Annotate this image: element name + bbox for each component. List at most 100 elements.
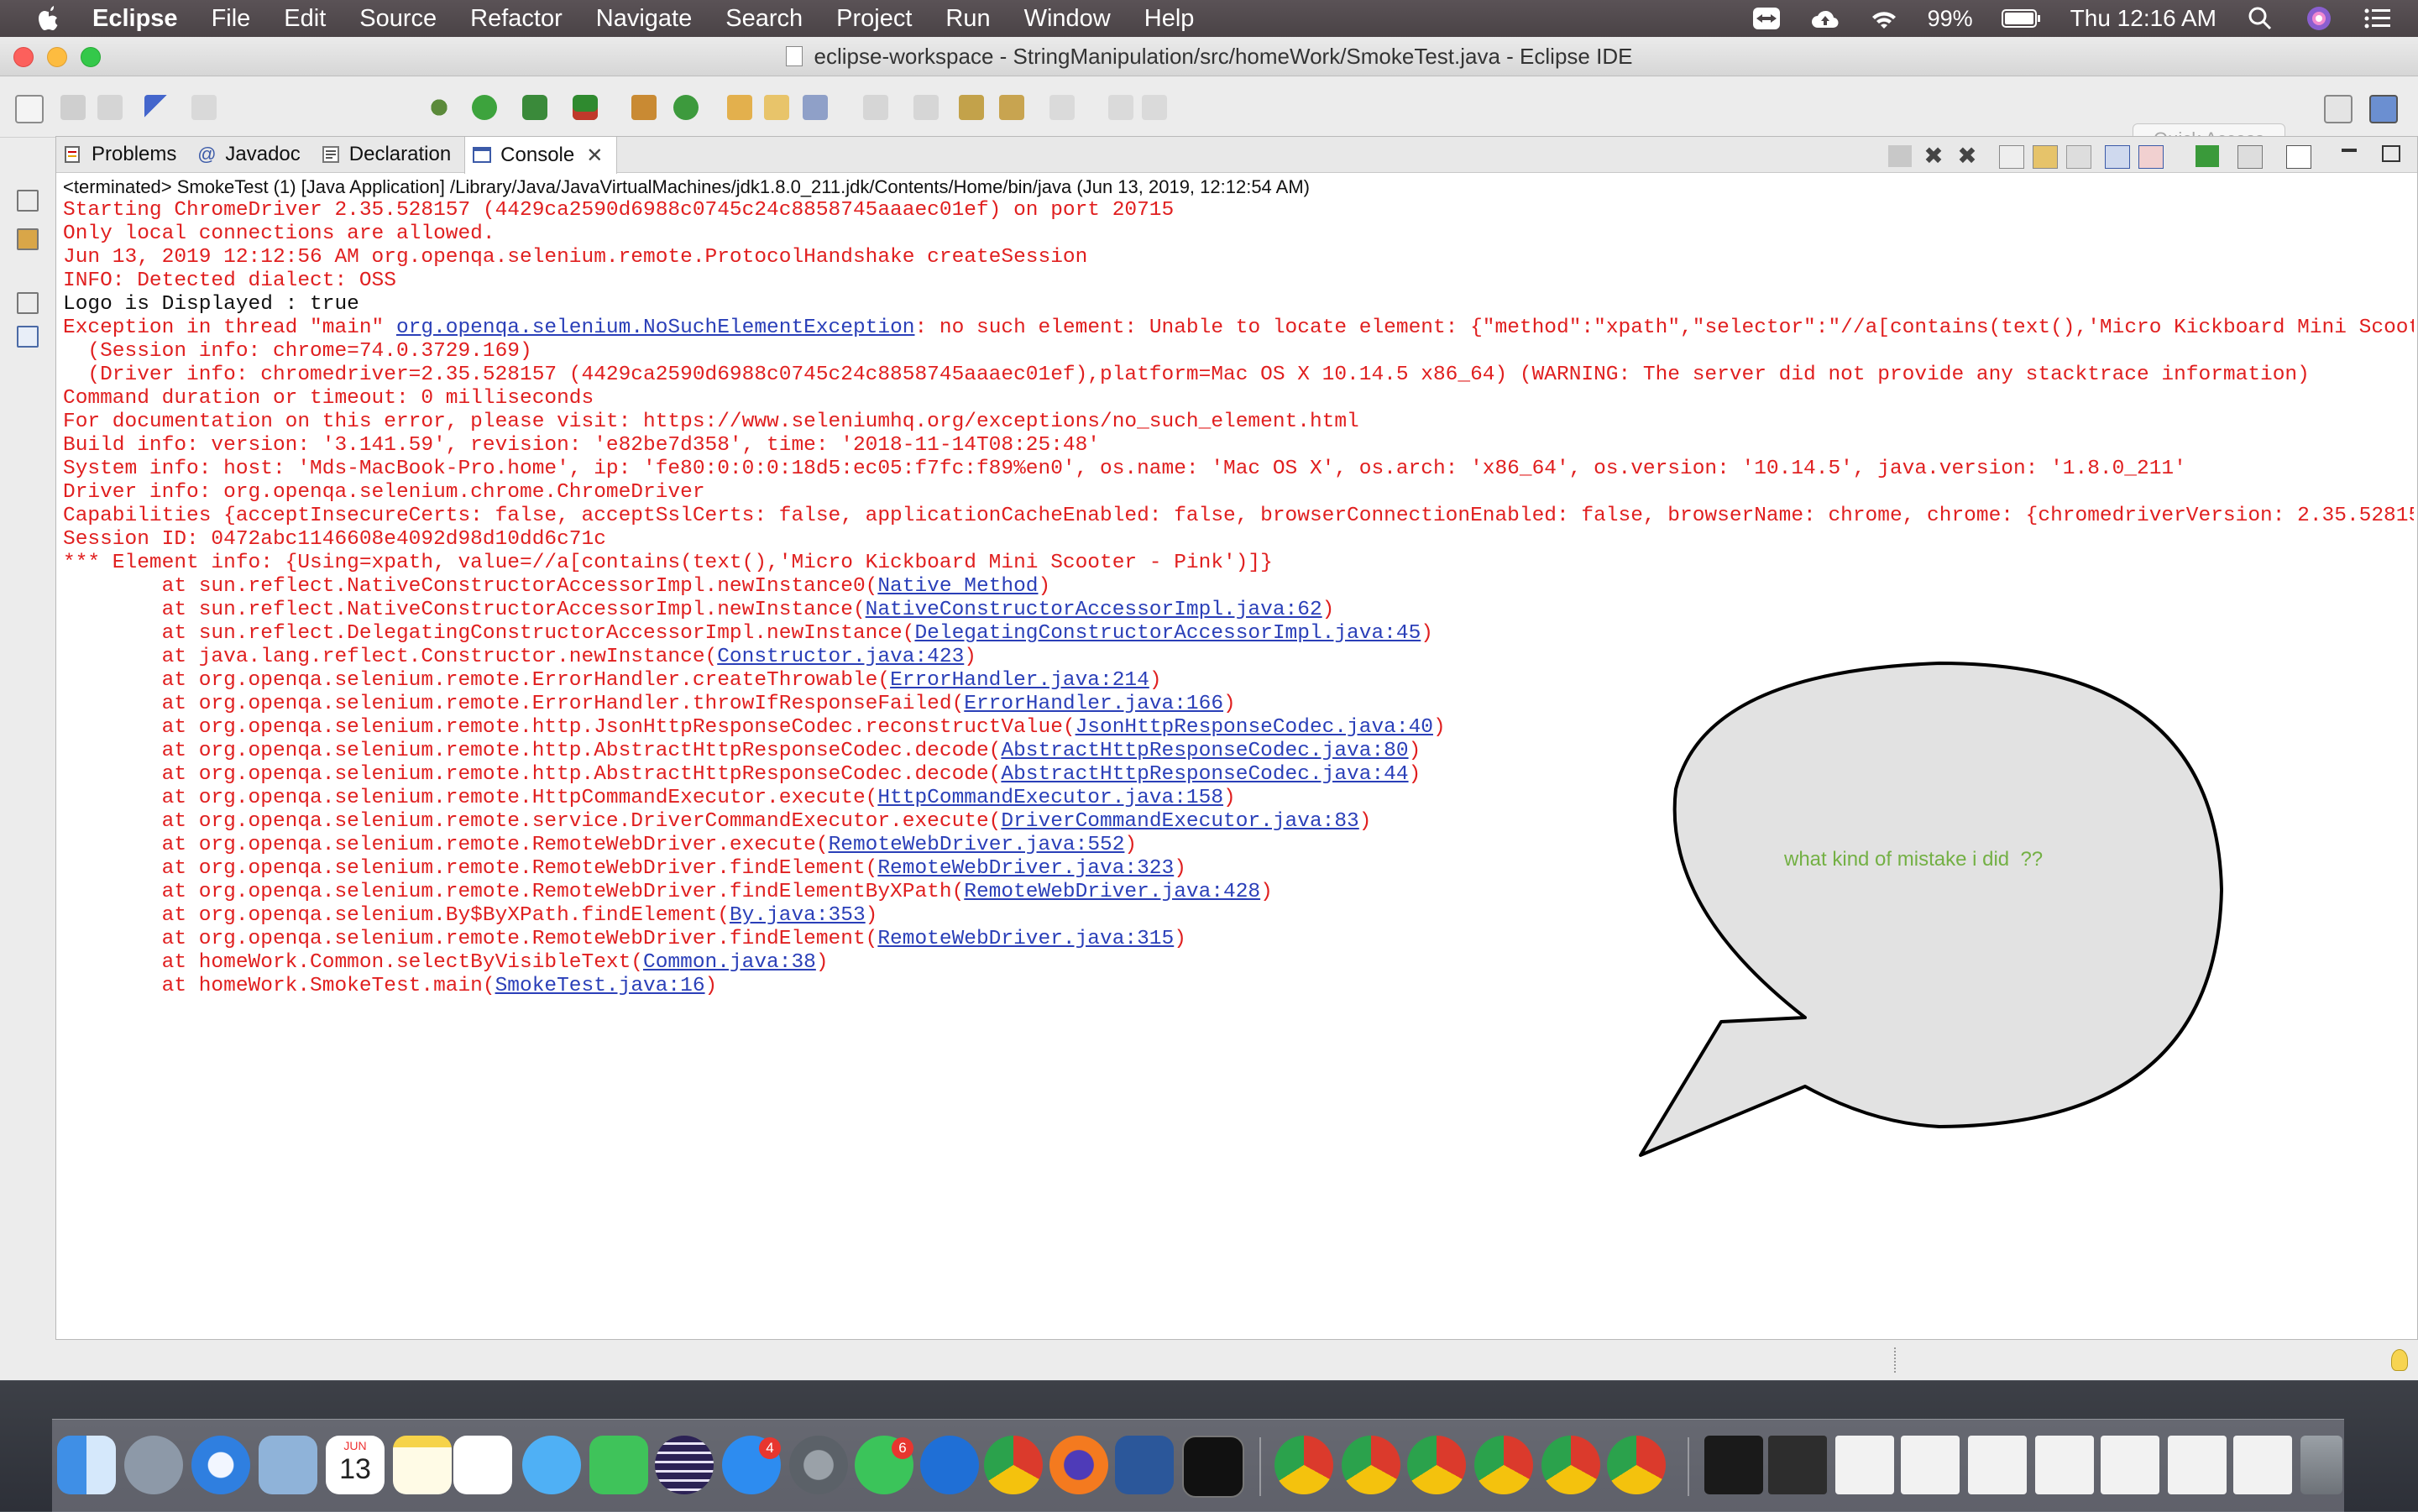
redo-icon[interactable] — [1142, 95, 1167, 120]
menu-source[interactable]: Source — [359, 5, 437, 33]
messages-icon[interactable] — [522, 1436, 581, 1494]
launchpad-icon[interactable] — [124, 1436, 183, 1494]
new-java-package-icon[interactable] — [631, 95, 657, 120]
stack-trace-link[interactable]: org.openqa.selenium.NoSuchElementExcepti… — [396, 317, 915, 339]
system-preferences-icon[interactable] — [789, 1436, 848, 1494]
skip-breakpoints-icon[interactable] — [144, 95, 170, 120]
tab-problems[interactable]: Problems — [56, 137, 190, 172]
minimized-window-2[interactable] — [1835, 1436, 1894, 1494]
toggle-mark-icon[interactable] — [191, 95, 217, 120]
wifi-icon[interactable] — [1869, 6, 1899, 31]
clear-console-icon[interactable] — [1999, 145, 2024, 169]
external-tools-icon[interactable] — [573, 95, 598, 120]
mail-stamp-icon[interactable] — [259, 1436, 317, 1494]
chrome-app-icon-4[interactable] — [1474, 1436, 1533, 1494]
restore-icon[interactable] — [17, 190, 39, 212]
open-perspective-icon[interactable] — [2324, 95, 2353, 123]
safari-icon[interactable] — [191, 1436, 250, 1494]
menu-window[interactable]: Window — [1024, 5, 1111, 33]
show-console-on-stderr-icon[interactable] — [2138, 145, 2164, 169]
menu-navigate[interactable]: Navigate — [596, 5, 692, 33]
word-icon[interactable] — [1115, 1436, 1174, 1494]
minimized-window-8[interactable] — [2233, 1436, 2292, 1494]
open-console-icon[interactable] — [2286, 145, 2311, 169]
close-tab-icon[interactable]: ✕ — [586, 144, 603, 168]
back-icon[interactable] — [999, 95, 1024, 120]
package-explorer-icon[interactable] — [17, 228, 39, 250]
lightbulb-icon[interactable] — [2391, 1349, 2408, 1371]
tab-javadoc[interactable]: @ Javadoc — [190, 137, 313, 172]
stack-trace-link[interactable]: RemoteWebDriver.java:552 — [829, 834, 1125, 856]
stack-trace-link[interactable]: HttpCommandExecutor.java:158 — [877, 787, 1223, 809]
minimized-window-6[interactable] — [2101, 1436, 2159, 1494]
new-java-class-icon[interactable] — [673, 95, 699, 120]
stack-trace-link[interactable]: NativeConstructorAccessorImpl.java:62 — [866, 599, 1322, 621]
chrome-app-icon-1[interactable] — [1274, 1436, 1333, 1494]
run-icon[interactable] — [472, 95, 497, 120]
trash-icon[interactable] — [2300, 1436, 2342, 1494]
new-icon[interactable] — [15, 95, 44, 123]
siri-icon[interactable] — [2304, 6, 2334, 31]
stack-trace-link[interactable]: By.java:353 — [730, 904, 866, 927]
cloud-upload-icon[interactable] — [1810, 6, 1840, 31]
battery-icon[interactable] — [2001, 6, 2042, 31]
tab-declaration[interactable]: Declaration — [314, 137, 464, 172]
minimized-window-7[interactable] — [2168, 1436, 2227, 1494]
minimized-window-4[interactable] — [1968, 1436, 2027, 1494]
notes-icon[interactable] — [393, 1436, 452, 1494]
terminal-icon[interactable] — [1182, 1436, 1244, 1498]
pin-console-icon[interactable] — [2196, 145, 2219, 167]
minimized-window-3[interactable] — [1901, 1436, 1960, 1494]
apple-icon[interactable] — [34, 3, 64, 34]
stack-trace-link[interactable]: DriverCommandExecutor.java:83 — [1001, 810, 1358, 833]
teamviewer-dock-icon[interactable] — [920, 1436, 979, 1494]
stack-trace-link[interactable]: Constructor.java:423 — [717, 646, 964, 668]
facetime-icon[interactable] — [589, 1436, 648, 1494]
stack-trace-link[interactable]: RemoteWebDriver.java:315 — [877, 928, 1174, 950]
java-perspective-icon[interactable] — [2369, 95, 2398, 123]
chrome-app-icon-5[interactable] — [1541, 1436, 1600, 1494]
next-annotation-icon[interactable] — [863, 95, 888, 120]
stack-trace-link[interactable]: JsonHttpResponseCodec.java:40 — [1076, 716, 1433, 739]
menu-run[interactable]: Run — [945, 5, 990, 33]
spotlight-search-icon[interactable] — [2245, 6, 2275, 31]
clock[interactable]: Thu 12:16 AM — [2070, 5, 2216, 32]
maximize-view-icon[interactable] — [2382, 145, 2400, 162]
save-all-icon[interactable] — [97, 95, 123, 120]
outline-icon[interactable] — [17, 326, 39, 348]
scroll-lock-icon[interactable] — [2033, 145, 2058, 169]
menu-search[interactable]: Search — [725, 5, 803, 33]
last-edit-location-icon[interactable] — [959, 95, 984, 120]
stack-trace-link[interactable]: DelegatingConstructorAccessorImpl.java:4… — [914, 622, 1421, 645]
firefox-icon[interactable] — [1049, 1436, 1108, 1494]
open-type-icon[interactable] — [727, 95, 752, 120]
remove-launch-icon[interactable]: ✖ — [1922, 144, 1945, 168]
minimized-window-1[interactable] — [1768, 1436, 1827, 1494]
save-icon[interactable] — [60, 95, 86, 120]
eclipse-dock-icon[interactable] — [655, 1436, 714, 1494]
word-wrap-icon[interactable] — [2066, 145, 2091, 169]
stack-trace-link[interactable]: RemoteWebDriver.java:428 — [964, 881, 1260, 903]
finder-icon[interactable] — [57, 1436, 116, 1494]
forward-icon[interactable] — [1049, 95, 1075, 120]
chrome-app-icon-2[interactable] — [1342, 1436, 1400, 1494]
menu-file[interactable]: File — [212, 5, 251, 33]
stack-trace-link[interactable]: AbstractHttpResponseCodec.java:80 — [1001, 740, 1408, 762]
stack-trace-link[interactable]: SmokeTest.java:16 — [495, 975, 705, 997]
display-selected-console-icon[interactable] — [2237, 145, 2263, 169]
chrome-app-icon-6[interactable] — [1607, 1436, 1666, 1494]
menu-project[interactable]: Project — [836, 5, 912, 33]
chrome-icon[interactable] — [984, 1436, 1043, 1494]
stack-trace-link[interactable]: ErrorHandler.java:166 — [964, 693, 1223, 715]
calendar-icon[interactable]: JUN 13 — [326, 1436, 385, 1494]
teamviewer-icon[interactable] — [1751, 6, 1782, 31]
stack-trace-link[interactable]: RemoteWebDriver.java:323 — [877, 857, 1174, 880]
stack-trace-link[interactable]: Common.java:38 — [643, 951, 816, 974]
remove-all-terminated-icon[interactable]: ✖ — [1955, 144, 1979, 168]
debug-icon[interactable] — [427, 95, 452, 120]
minimize-view-icon[interactable] — [2342, 149, 2357, 152]
minimized-window-5[interactable] — [2035, 1436, 2094, 1494]
restore-outline-icon[interactable] — [17, 292, 39, 314]
stack-trace-link[interactable]: Native Method — [877, 575, 1038, 598]
stack-trace-link[interactable]: ErrorHandler.java:214 — [890, 669, 1149, 692]
